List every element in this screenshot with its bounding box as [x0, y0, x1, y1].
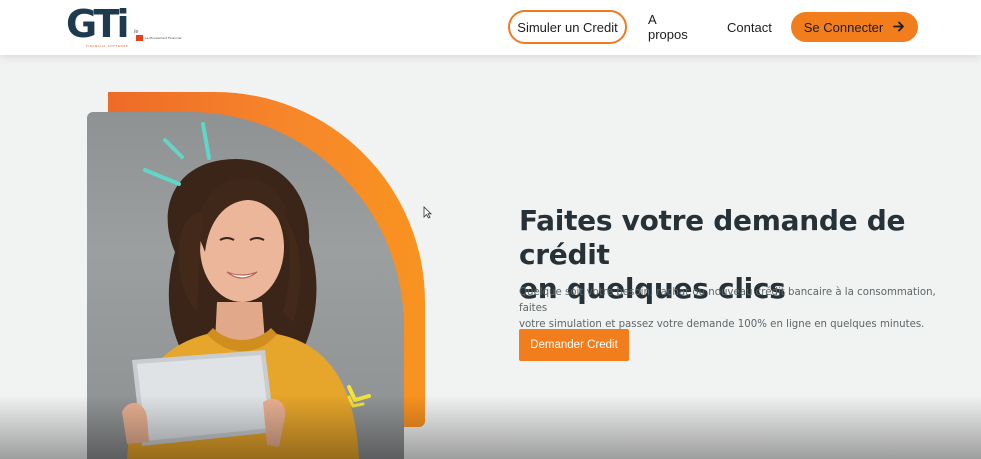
- mouse-cursor-icon: [423, 204, 432, 223]
- hero-description-line1: Quelque soit votre besoin, rachat ou nou…: [519, 287, 936, 314]
- nav-apropos-label: A propos: [648, 12, 688, 42]
- nav-link-contact[interactable]: Contact: [727, 10, 773, 44]
- nav-contact-label: Contact: [727, 19, 772, 35]
- nav-link-a-propos[interactable]: A propos: [648, 10, 698, 44]
- arrow-right-icon: [893, 20, 905, 35]
- gti-logo[interactable]: GTi FINANCIAL SOFTWARE le Le Mouvement F…: [66, 2, 182, 50]
- hero-title-line1: Faites votre demande de crédit: [519, 204, 906, 271]
- demander-credit-button[interactable]: Demander Credit: [519, 329, 629, 361]
- logo-tagline: FINANCIAL SOFTWARE: [86, 44, 129, 48]
- site-header: GTi FINANCIAL SOFTWARE le Le Mouvement F…: [0, 0, 981, 55]
- se-connecter-button[interactable]: Se Connecter: [791, 12, 918, 42]
- partner-logo: le Le Mouvement Financier: [134, 29, 182, 43]
- hero-description: Quelque soit votre besoin, rachat ou nou…: [519, 285, 949, 333]
- nav-simuler-credit-button[interactable]: Simuler un Credit: [508, 10, 627, 44]
- demander-credit-label: Demander Credit: [530, 339, 618, 351]
- logo-mark: GTi: [66, 2, 129, 46]
- se-connecter-label: Se Connecter: [803, 19, 884, 35]
- partner-logo-mark: [136, 35, 143, 41]
- hero-photo-woman-with-tablet: [87, 112, 404, 459]
- partner-logo-text: Le Mouvement Financier: [145, 36, 182, 40]
- nav-simuler-label: Simuler un Credit: [517, 19, 618, 35]
